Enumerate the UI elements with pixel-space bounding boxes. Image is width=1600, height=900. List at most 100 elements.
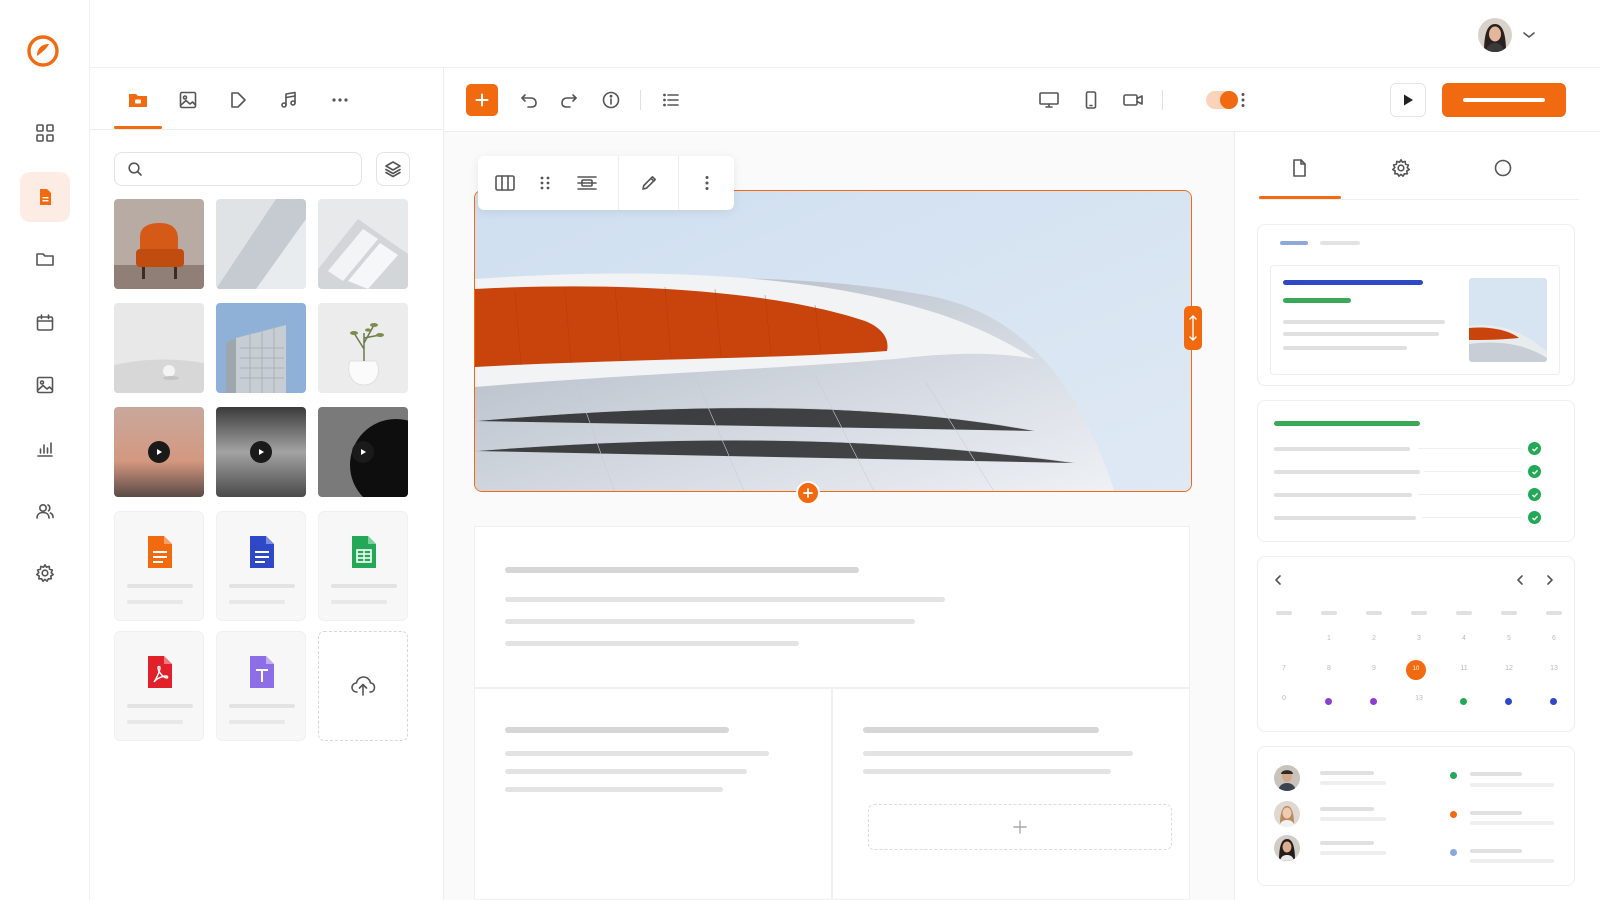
calendar-day[interactable]: 11 <box>1457 665 1471 672</box>
calendar-day[interactable]: 13 <box>1547 665 1561 672</box>
block-more-button[interactable] <box>694 170 720 196</box>
column-block-right[interactable] <box>832 688 1190 900</box>
tab-circle[interactable] <box>1489 154 1517 182</box>
rail-users-button[interactable] <box>20 486 70 536</box>
team-avatar[interactable] <box>1274 801 1300 827</box>
redo-button[interactable] <box>556 87 582 113</box>
image-thumbnail[interactable] <box>216 199 306 289</box>
calendar-day[interactable]: 5 <box>1502 635 1516 642</box>
undo-button[interactable] <box>516 87 542 113</box>
file-card[interactable] <box>318 511 408 621</box>
drag-handle[interactable] <box>532 170 558 196</box>
image-thumbnail[interactable] <box>114 199 204 289</box>
rail-dashboard-button[interactable] <box>20 108 70 158</box>
calendar-day[interactable]: 1 <box>1322 635 1336 642</box>
preview-play-button[interactable] <box>1390 83 1426 117</box>
add-icon <box>475 93 489 107</box>
calendar-day-selected[interactable]: 10 <box>1409 666 1423 672</box>
file-card[interactable] <box>216 511 306 621</box>
calendar-day[interactable]: 6 <box>1547 635 1561 642</box>
tab-more[interactable] <box>326 86 354 114</box>
calendar-day[interactable]: 0 <box>1277 695 1291 702</box>
rail-pages-button[interactable] <box>20 172 70 222</box>
upload-dropzone[interactable] <box>318 631 408 741</box>
calendar-day[interactable]: 4 <box>1457 635 1471 642</box>
add-content-dropzone[interactable] <box>868 804 1172 850</box>
calendar-day[interactable]: 8 <box>1322 665 1336 672</box>
tab-video[interactable] <box>224 86 252 114</box>
image-thumbnail[interactable] <box>114 303 204 393</box>
team-card <box>1257 746 1575 886</box>
align-button[interactable] <box>574 170 600 196</box>
rail-folder-button[interactable] <box>20 234 70 284</box>
calendar-prev-button[interactable] <box>1272 573 1284 587</box>
asset-panel <box>90 68 444 900</box>
edit-button[interactable] <box>636 170 662 196</box>
column-block-left[interactable] <box>474 688 832 900</box>
add-element-button[interactable] <box>466 84 498 116</box>
image-thumbnail[interactable] <box>216 303 306 393</box>
rail-calendar-button[interactable] <box>20 298 70 348</box>
text-block[interactable] <box>474 526 1190 688</box>
video-thumbnail[interactable] <box>318 407 408 497</box>
video-thumbnail[interactable] <box>114 407 204 497</box>
desktop-icon <box>1039 92 1059 108</box>
calendar-next-button[interactable] <box>1544 573 1556 587</box>
info-button[interactable] <box>598 87 624 113</box>
calendar-day[interactable]: 7 <box>1277 665 1291 672</box>
event-dot <box>1505 698 1512 705</box>
folder-icon <box>36 253 54 266</box>
asset-search-box[interactable] <box>114 152 362 186</box>
add-icon <box>1013 820 1027 834</box>
image-thumbnail[interactable] <box>318 199 408 289</box>
asset-search-input[interactable] <box>151 161 351 177</box>
list-icon <box>663 93 679 107</box>
rail-settings-button[interactable] <box>20 548 70 598</box>
calendar-day[interactable]: 13 <box>1412 695 1426 702</box>
calendar-prev-month-button[interactable] <box>1514 573 1526 587</box>
publish-button[interactable] <box>1442 83 1566 117</box>
team-avatar[interactable] <box>1274 765 1300 791</box>
file-card[interactable] <box>114 631 204 741</box>
video-icon <box>231 92 246 108</box>
rail-chart-button[interactable] <box>20 424 70 474</box>
calendar-day[interactable]: 12 <box>1502 665 1516 672</box>
file-card[interactable] <box>114 511 204 621</box>
tab-audio[interactable] <box>275 86 303 114</box>
logo-icon[interactable] <box>26 34 60 68</box>
tab-files[interactable] <box>124 86 152 114</box>
page-preview-card[interactable] <box>1257 224 1575 386</box>
folder-icon <box>129 94 147 107</box>
top-header <box>90 0 1600 68</box>
weekday-label <box>1411 611 1427 615</box>
calendar-day[interactable]: 9 <box>1367 665 1381 672</box>
team-avatar[interactable] <box>1274 835 1300 861</box>
resize-handle[interactable] <box>1184 306 1202 350</box>
video-thumbnail[interactable] <box>216 407 306 497</box>
mobile-preview-button[interactable] <box>1078 87 1104 113</box>
calendar-day[interactable]: 2 <box>1367 635 1381 642</box>
add-block-button[interactable] <box>796 481 820 505</box>
layers-button[interactable] <box>376 152 410 186</box>
editor-canvas <box>444 68 1600 900</box>
status-dot <box>1450 849 1457 856</box>
check-icon <box>1528 488 1541 501</box>
image-thumbnail[interactable] <box>318 303 408 393</box>
user-avatar[interactable] <box>1478 18 1512 52</box>
tab-settings[interactable] <box>1387 154 1415 182</box>
document-icon <box>148 536 172 568</box>
tab-images[interactable] <box>174 86 202 114</box>
drag-handle-icon <box>540 176 550 190</box>
file-card[interactable] <box>216 631 306 741</box>
desktop-preview-button[interactable] <box>1036 87 1062 113</box>
outline-list-button[interactable] <box>658 87 684 113</box>
hero-image-block[interactable] <box>474 190 1192 492</box>
more-options-button[interactable] <box>1230 87 1256 113</box>
video-preview-button[interactable] <box>1120 87 1146 113</box>
rail-image-button[interactable] <box>20 360 70 410</box>
redo-icon <box>561 94 577 108</box>
columns-button[interactable] <box>492 170 518 196</box>
tab-page[interactable] <box>1285 154 1313 182</box>
account-menu-chevron-down-icon[interactable] <box>1522 30 1536 40</box>
calendar-day[interactable]: 3 <box>1412 635 1426 642</box>
